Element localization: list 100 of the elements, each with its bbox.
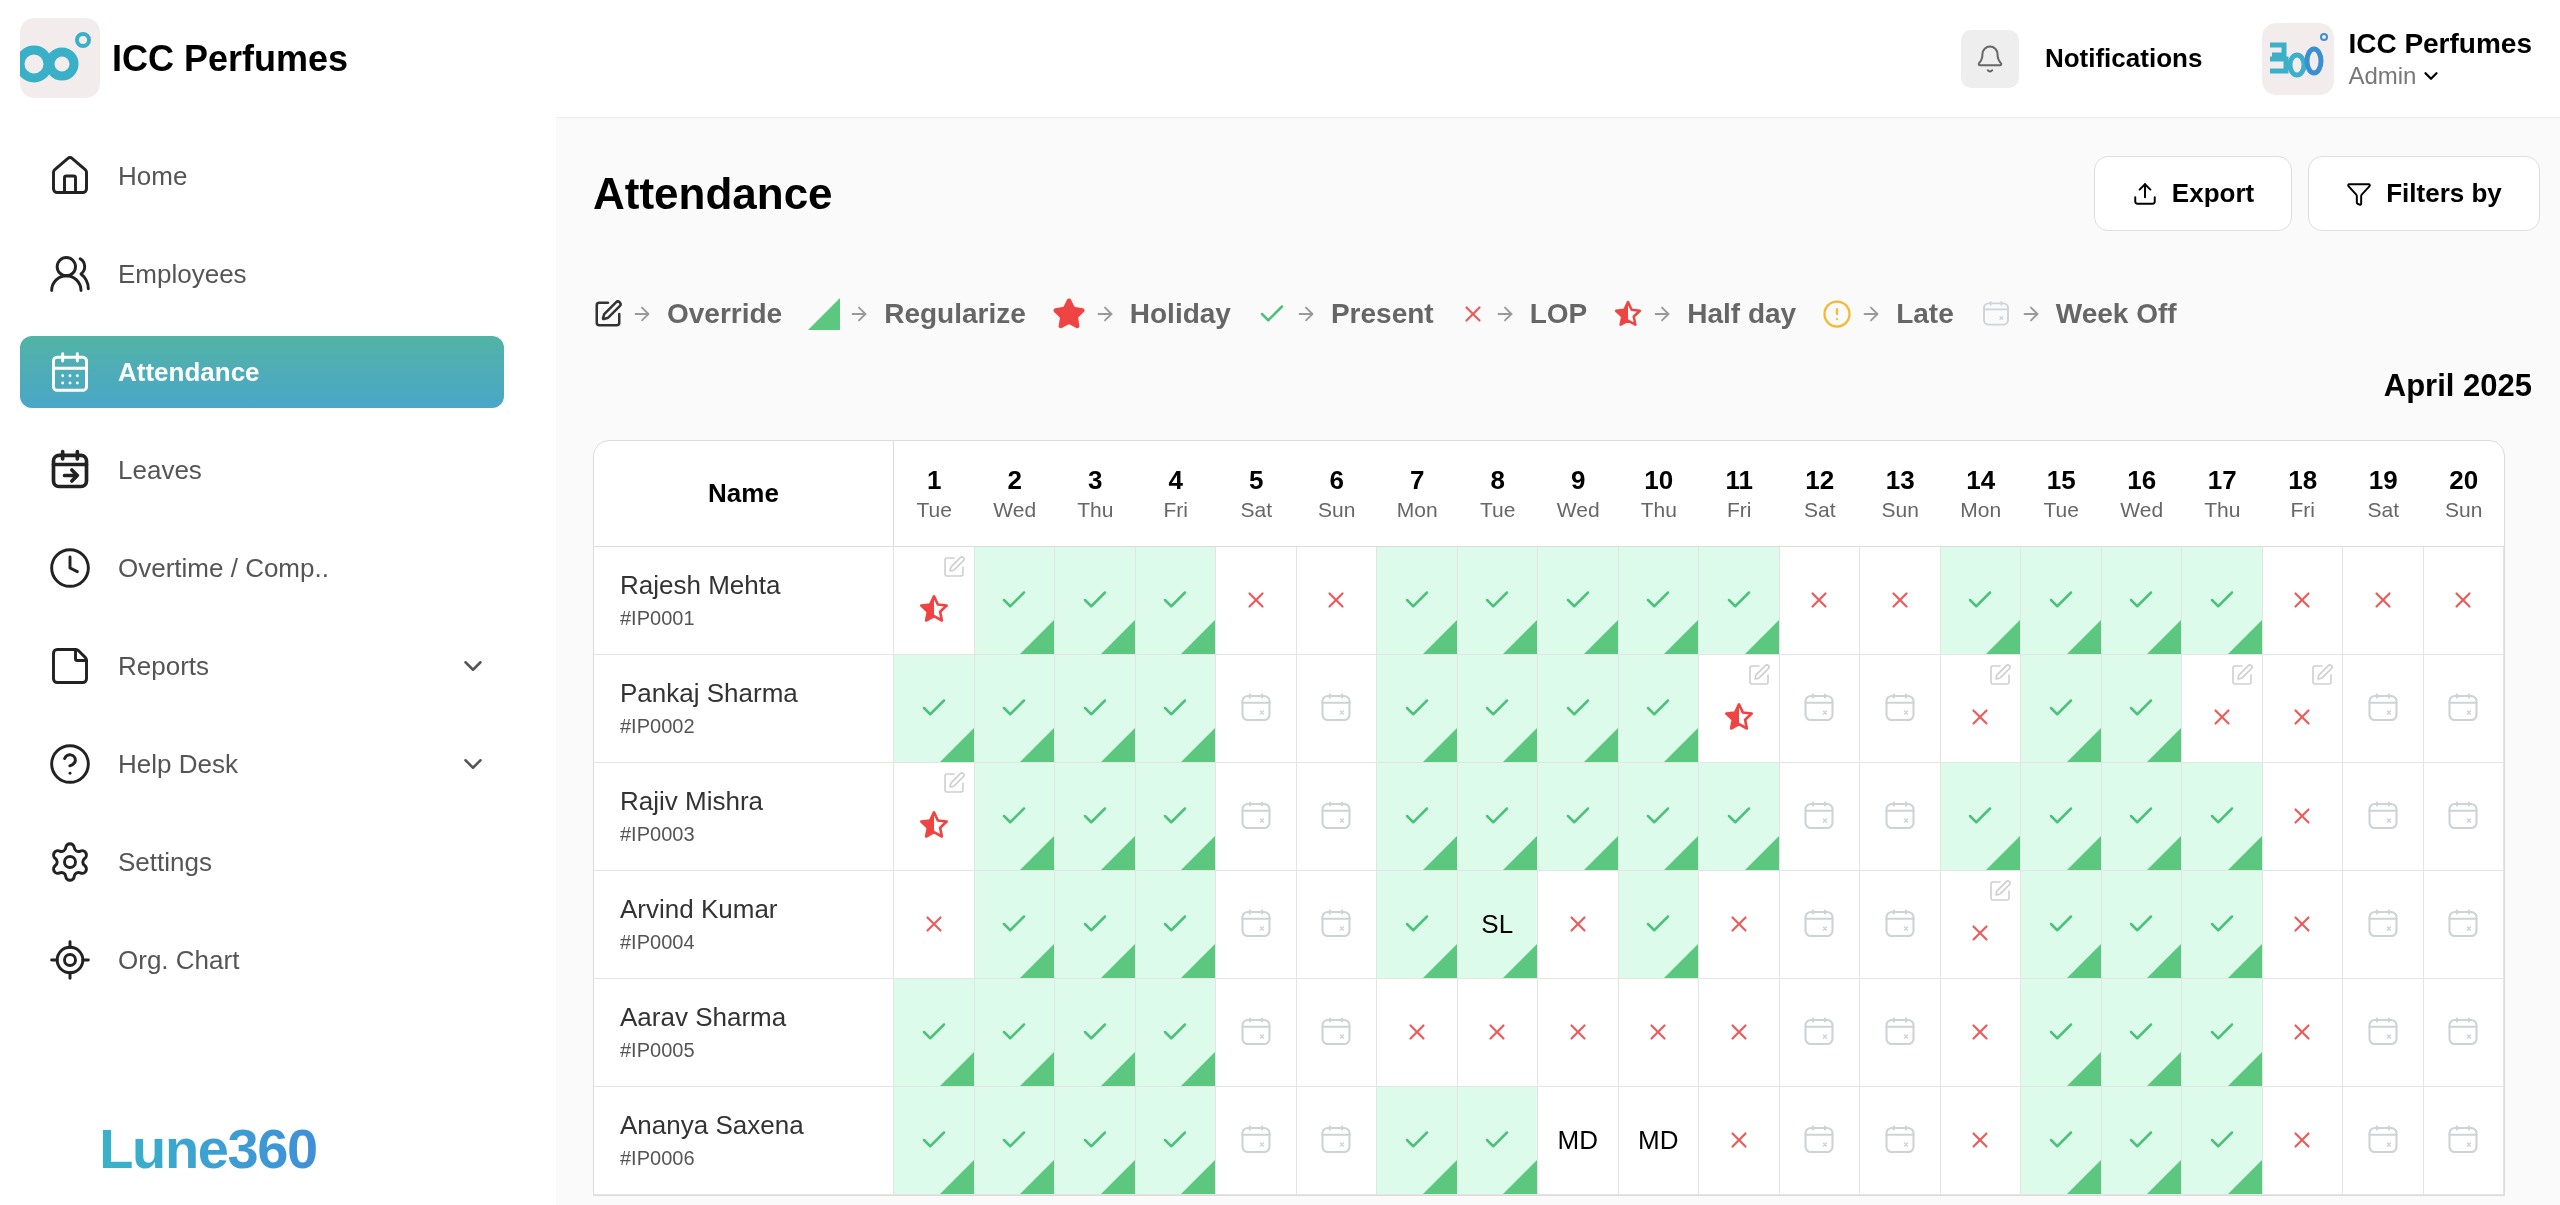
attendance-cell[interactable]: [1055, 546, 1136, 654]
attendance-cell[interactable]: [1377, 1086, 1458, 1194]
attendance-cell[interactable]: [2101, 978, 2182, 1086]
attendance-cell[interactable]: [1618, 870, 1699, 978]
attendance-cell[interactable]: [2182, 978, 2263, 1086]
attendance-cell[interactable]: [2182, 870, 2263, 978]
attendance-cell[interactable]: [2021, 978, 2102, 1086]
weekday-label: Tue: [1480, 498, 1516, 520]
sidebar-item[interactable]: Leaves: [20, 434, 504, 506]
attendance-cell[interactable]: [1538, 762, 1619, 870]
attendance-cell[interactable]: [1377, 654, 1458, 762]
attendance-cell[interactable]: [1135, 546, 1216, 654]
edit-icon[interactable]: [941, 770, 966, 795]
attendance-cell[interactable]: [1940, 762, 2021, 870]
sidebar-item[interactable]: Home: [20, 140, 504, 212]
attendance-cell[interactable]: [1940, 546, 2021, 654]
date-number: 2: [1007, 466, 1022, 493]
attendance-cell[interactable]: [2021, 654, 2102, 762]
attendance-cell[interactable]: [974, 546, 1055, 654]
attendance-cell[interactable]: [2021, 1086, 2102, 1194]
attendance-cell[interactable]: [2182, 546, 2263, 654]
edit-icon[interactable]: [1746, 662, 1771, 687]
attendance-cell[interactable]: [1055, 1086, 1136, 1194]
role-dropdown[interactable]: Admin: [2348, 61, 2532, 91]
attendance-cell[interactable]: [1457, 762, 1538, 870]
date-number: 5: [1249, 466, 1264, 493]
edit-icon[interactable]: [941, 554, 966, 579]
edit-icon[interactable]: [1988, 662, 2012, 687]
attendance-cell[interactable]: [1618, 546, 1699, 654]
attendance-cell[interactable]: [1457, 1086, 1538, 1194]
attendance-cell[interactable]: [2101, 1086, 2182, 1194]
attendance-cell[interactable]: [1618, 762, 1699, 870]
attendance-cell[interactable]: [2021, 762, 2102, 870]
sidebar-item[interactable]: Help Desk: [20, 728, 504, 800]
date-number: 8: [1490, 466, 1505, 493]
attendance-cell[interactable]: [1618, 654, 1699, 762]
attendance-cell[interactable]: [1457, 546, 1538, 654]
attendance-cell[interactable]: [1135, 762, 1216, 870]
attendance-cell[interactable]: [1055, 870, 1136, 978]
regularized-mark: [2227, 1159, 2262, 1194]
attendance-cell[interactable]: [1377, 546, 1458, 654]
attendance-cell[interactable]: [1538, 654, 1619, 762]
logo-icon: [20, 18, 100, 98]
weekday-label: Mon: [1960, 498, 2002, 520]
filter-button[interactable]: Filters by: [2308, 156, 2540, 231]
sidebar-item[interactable]: Reports: [20, 630, 504, 702]
attendance-cell[interactable]: [1538, 546, 1619, 654]
weekday-label: Thu: [1077, 498, 1114, 520]
attendance-cell[interactable]: [1377, 870, 1458, 978]
attendance-cell[interactable]: SL: [1457, 870, 1538, 978]
attendance-cell[interactable]: [2021, 870, 2102, 978]
date-number: 20: [2449, 466, 2479, 493]
attendance-cell[interactable]: [974, 654, 1055, 762]
weekday-label: Sat: [2367, 498, 2399, 520]
column-header: Name: [708, 476, 779, 510]
export-button[interactable]: Export: [2094, 156, 2292, 231]
attendance-cell[interactable]: [2101, 870, 2182, 978]
attendance-cell[interactable]: [1699, 546, 1780, 654]
attendance-cell[interactable]: [894, 1086, 975, 1194]
employee-id: #IP0002: [620, 716, 696, 736]
attendance-cell[interactable]: [1699, 762, 1780, 870]
attendance-cell[interactable]: [1135, 1086, 1216, 1194]
date-number: 3: [1088, 466, 1103, 493]
attendance-cell[interactable]: [1055, 978, 1136, 1086]
attendance-cell[interactable]: [2182, 1086, 2263, 1194]
attendance-cell[interactable]: [1135, 654, 1216, 762]
attendance-cell[interactable]: [1377, 762, 1458, 870]
attendance-cell[interactable]: [974, 978, 1055, 1086]
weekday-label: Sun: [1318, 498, 1356, 520]
attendance-cell[interactable]: [1055, 762, 1136, 870]
upload-icon: [2131, 180, 2158, 207]
attendance-cell[interactable]: [1457, 654, 1538, 762]
attendance-cell[interactable]: [2101, 654, 2182, 762]
sidebar-item[interactable]: Overtime / Comp..: [20, 532, 504, 604]
date-number: 16: [2127, 466, 2157, 493]
attendance-cell[interactable]: [894, 978, 975, 1086]
attendance-cell[interactable]: [974, 1086, 1055, 1194]
alert-icon: [1822, 299, 1853, 329]
attendance-cell[interactable]: [2182, 762, 2263, 870]
attendance-cell[interactable]: [2101, 762, 2182, 870]
attendance-cell[interactable]: [1135, 870, 1216, 978]
sidebar-item[interactable]: Org. Chart: [20, 924, 504, 996]
attendance-cell[interactable]: [974, 762, 1055, 870]
edit-icon[interactable]: [1988, 878, 2012, 903]
weekday-label: Thu: [2204, 498, 2241, 520]
sidebar-item[interactable]: Settings: [20, 826, 504, 898]
star-icon: [1051, 297, 1086, 331]
attendance-cell[interactable]: [894, 654, 975, 762]
attendance-cell[interactable]: [974, 870, 1055, 978]
weekday-label: Sun: [2445, 498, 2483, 520]
attendance-cell[interactable]: [2021, 546, 2102, 654]
sidebar-item[interactable]: Employees: [20, 238, 504, 310]
attendance-cell[interactable]: [2101, 546, 2182, 654]
clock-icon: [48, 546, 92, 590]
notifications-button[interactable]: Notifications: [1960, 29, 2203, 88]
attendance-cell[interactable]: [1055, 654, 1136, 762]
attendance-cell[interactable]: [1135, 978, 1216, 1086]
edit-icon[interactable]: [2310, 662, 2334, 687]
employee-id: #IP0003: [620, 824, 696, 844]
edit-icon[interactable]: [2229, 662, 2254, 687]
